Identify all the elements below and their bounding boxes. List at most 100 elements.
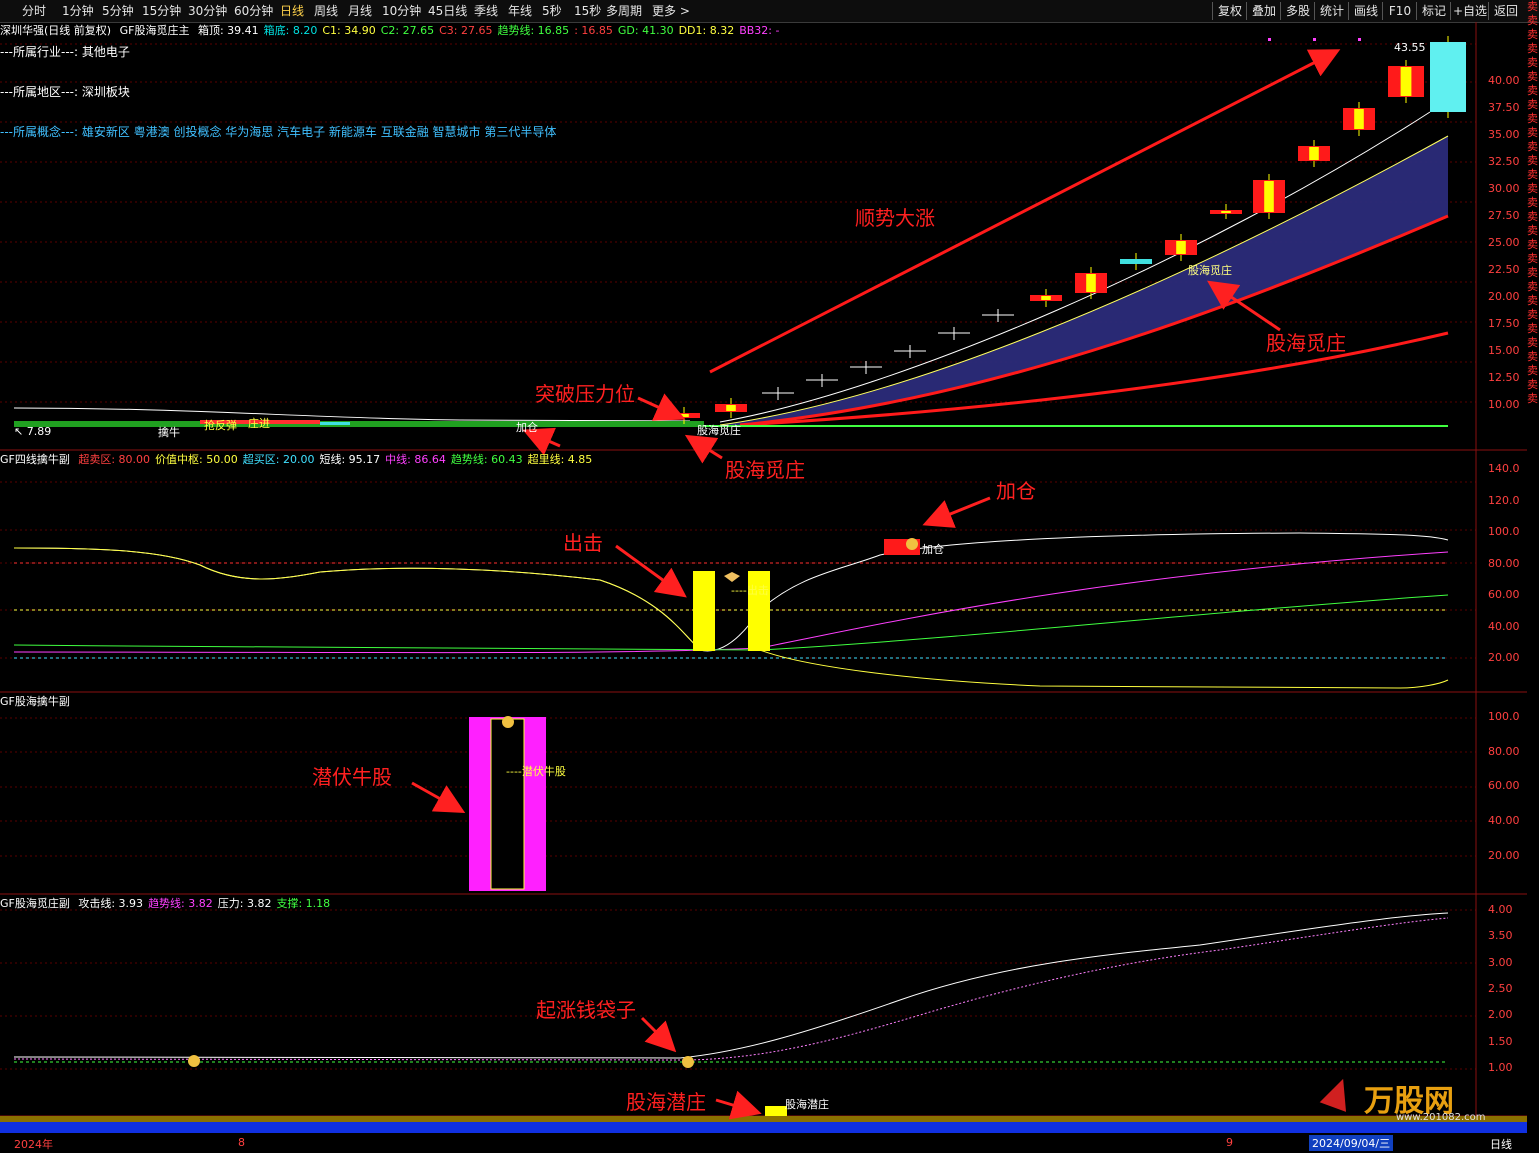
top-marker-0 xyxy=(1268,38,1271,41)
price-low-label: ↖ 7.89 xyxy=(14,425,52,438)
lurk-bar-core xyxy=(490,718,525,890)
period-mode-label[interactable]: 日线 xyxy=(1490,1136,1512,1152)
consolidation-band xyxy=(14,421,704,427)
main-value-2: C1: 34.90 xyxy=(322,24,376,37)
panel4-indicator-name[interactable]: GF股海觅庄副 xyxy=(0,897,70,910)
trend-line-p4 xyxy=(13,917,1449,1061)
main-value-5: 趋势线: 16.85 xyxy=(497,24,570,37)
panel2-label-chuji: ----出击 xyxy=(731,584,769,597)
candle-core-11 xyxy=(1176,241,1186,254)
axis-main-tick-7: 22.50 xyxy=(1488,263,1520,276)
axis-p3-tick-1: 80.00 xyxy=(1488,744,1520,758)
main-value-4: C3: 27.65 xyxy=(439,24,493,37)
logo-url: www.201082.com xyxy=(1396,1112,1486,1123)
axis-p3-tick-3: 40.00 xyxy=(1488,814,1520,828)
main-value-1: 箱底: 8.20 xyxy=(263,24,318,37)
panel2-value-0: 超卖区: 80.00 xyxy=(78,453,151,466)
chart-label-qinniu: 擒牛 xyxy=(158,426,180,439)
date-axis-tick-9: 9 xyxy=(1226,1136,1233,1149)
axis-main-tick-0: 40.00 xyxy=(1488,74,1520,87)
axis-main-tick-10: 15.00 xyxy=(1488,344,1520,357)
axis-p4-tick-3: 2.50 xyxy=(1488,981,1513,995)
panel4-label-qianzhuang: 股海潜庄 xyxy=(785,1098,829,1111)
logo-arrow-icon xyxy=(1319,1074,1357,1112)
candle-body-10 xyxy=(1120,259,1152,264)
annotation-arrow-2 xyxy=(684,434,723,464)
money-bag-icon xyxy=(682,1056,694,1068)
indicator-name[interactable]: GF股海觅庄主 xyxy=(120,24,190,37)
annotation-tupo: 突破压力位 xyxy=(535,382,635,406)
date-axis-bar: 2024年 8 9 2024/09/04/三 日线 xyxy=(0,1133,1539,1153)
axis-main-tick-5: 27.50 xyxy=(1488,209,1520,222)
axis-p3-tick-0: 100.0 xyxy=(1488,710,1520,723)
chart-label-mizhuang-1: 股海觅庄 xyxy=(1188,264,1232,277)
chart-label-qiangfantan: 抢反弹 xyxy=(204,419,237,432)
candle-core-1 xyxy=(726,405,736,411)
annotation-mizhuang-bottom: 股海觅庄 xyxy=(725,458,805,482)
annotation-arrow-7 xyxy=(640,1016,677,1053)
top-marker-1 xyxy=(1313,38,1316,41)
date-axis-tick-8: 8 xyxy=(238,1136,245,1149)
chart-label-zhuangjin: 庄进 xyxy=(248,417,270,430)
panel2-indicator-name[interactable]: GF四线擒牛副 xyxy=(0,453,70,466)
axis-p2-tick-4: 60.00 xyxy=(1488,588,1520,601)
axis-p2-tick-1: 120.0 xyxy=(1488,493,1520,507)
price-high-label: 43.55 xyxy=(1394,41,1426,54)
axis-p3-tick-2: 60.00 xyxy=(1488,779,1520,793)
panel2-header: GF四线擒牛副 超卖区: 80.00 价值中枢: 50.00 超买区: 20.00 短… xyxy=(0,452,602,468)
annotation-jiacang: 加仓 xyxy=(996,479,1036,503)
panel4-value-0: 攻击线: 3.93 xyxy=(78,897,144,910)
attack-line-p4 xyxy=(13,912,1449,1059)
panel2-value-2: 超买区: 20.00 xyxy=(242,453,315,466)
panel2-value-6: 超里线: 4.85 xyxy=(527,453,593,466)
panel2-value-5: 趋势线: 60.43 xyxy=(450,453,523,466)
main-value-6: : 16.85 xyxy=(574,24,613,37)
axis-p2-tick-3: 80.00 xyxy=(1488,556,1520,570)
annotation-qianfu: 潜伏牛股 xyxy=(312,765,392,789)
diamond-icon xyxy=(724,572,740,582)
annotation-arrow-4 xyxy=(922,496,991,528)
main-value-8: DD1: 8.32 xyxy=(678,24,735,37)
chart-label-jiacang: 加仓 xyxy=(516,421,538,434)
stock-info-line-1: ---所属地区---: 深圳板块 xyxy=(0,85,130,99)
attack-bar-left xyxy=(693,571,715,651)
panel3-indicator-name[interactable]: GF股海擒牛副 xyxy=(0,695,70,708)
annotation-qizhang: 起涨钱袋子 xyxy=(536,998,636,1022)
box-line-white xyxy=(13,407,691,422)
candle-core-13 xyxy=(1264,181,1274,212)
axis-p4-tick-5: 1.50 xyxy=(1488,1034,1513,1048)
candle-core-9 xyxy=(1086,274,1096,292)
axis-p4-tick-4: 2.00 xyxy=(1488,1008,1513,1022)
axis-main-tick-8: 20.00 xyxy=(1488,290,1520,303)
date-axis-year: 2024年 xyxy=(14,1138,53,1151)
main-value-7: GD: 41.30 xyxy=(617,24,674,37)
axis-main-tick-3: 32.50 xyxy=(1488,155,1520,168)
brand-logo: 万股网 www.201082.com xyxy=(1319,1072,1520,1128)
annotation-shunshi: 顺势大涨 xyxy=(855,206,935,230)
stock-title[interactable]: 深圳华强(日线 前复权) xyxy=(0,24,111,37)
panel4-value-3: 支撑: 1.18 xyxy=(276,897,331,910)
panel4-value-1: 趋势线: 3.82 xyxy=(148,897,213,910)
stock-info-line-2: ---所属概念---: 雄安新区 粤港澳 创投概念 华为海思 汽车电子 新能源车… xyxy=(0,125,557,139)
trend-line-p2 xyxy=(13,594,1449,651)
axis-p4-tick-2: 3.00 xyxy=(1488,955,1513,969)
panel4-header: GF股海觅庄副 攻击线: 3.93 趋势线: 3.82 压力: 3.82 支撑: 1.… xyxy=(0,896,340,912)
money-bag-icon xyxy=(906,538,918,550)
annotation-mizhuang-right: 股海觅庄 xyxy=(1266,331,1346,355)
axis-main-tick-6: 25.00 xyxy=(1488,236,1520,249)
chart-label-mizhuang-2: 股海觅庄 xyxy=(697,424,741,437)
panel2-value-4: 中线: 86.64 xyxy=(385,453,446,466)
top-marker-2 xyxy=(1358,38,1361,41)
bottom-strip-blue xyxy=(0,1122,1527,1133)
panel2-value-1: 价值中枢: 50.00 xyxy=(155,453,238,466)
axis-p2-tick-2: 100.0 xyxy=(1488,525,1520,538)
money-bag-icon xyxy=(188,1055,200,1067)
main-value-3: C2: 27.65 xyxy=(380,24,435,37)
candle-core-16 xyxy=(1400,67,1412,96)
axis-main-tick-12: 10.00 xyxy=(1488,398,1520,411)
annotation-qianzhuang: 股海潜庄 xyxy=(626,1090,706,1114)
main-value-0: 箱顶: 39.41 xyxy=(197,24,259,37)
main-indicator-header: 深圳华强(日线 前复权) GF股海觅庄主 箱顶: 39.41 箱底: 8.20 C1… xyxy=(0,23,789,39)
axis-main-tick-1: 37.50 xyxy=(1488,101,1520,114)
axis-main-tick-4: 30.00 xyxy=(1488,182,1520,195)
